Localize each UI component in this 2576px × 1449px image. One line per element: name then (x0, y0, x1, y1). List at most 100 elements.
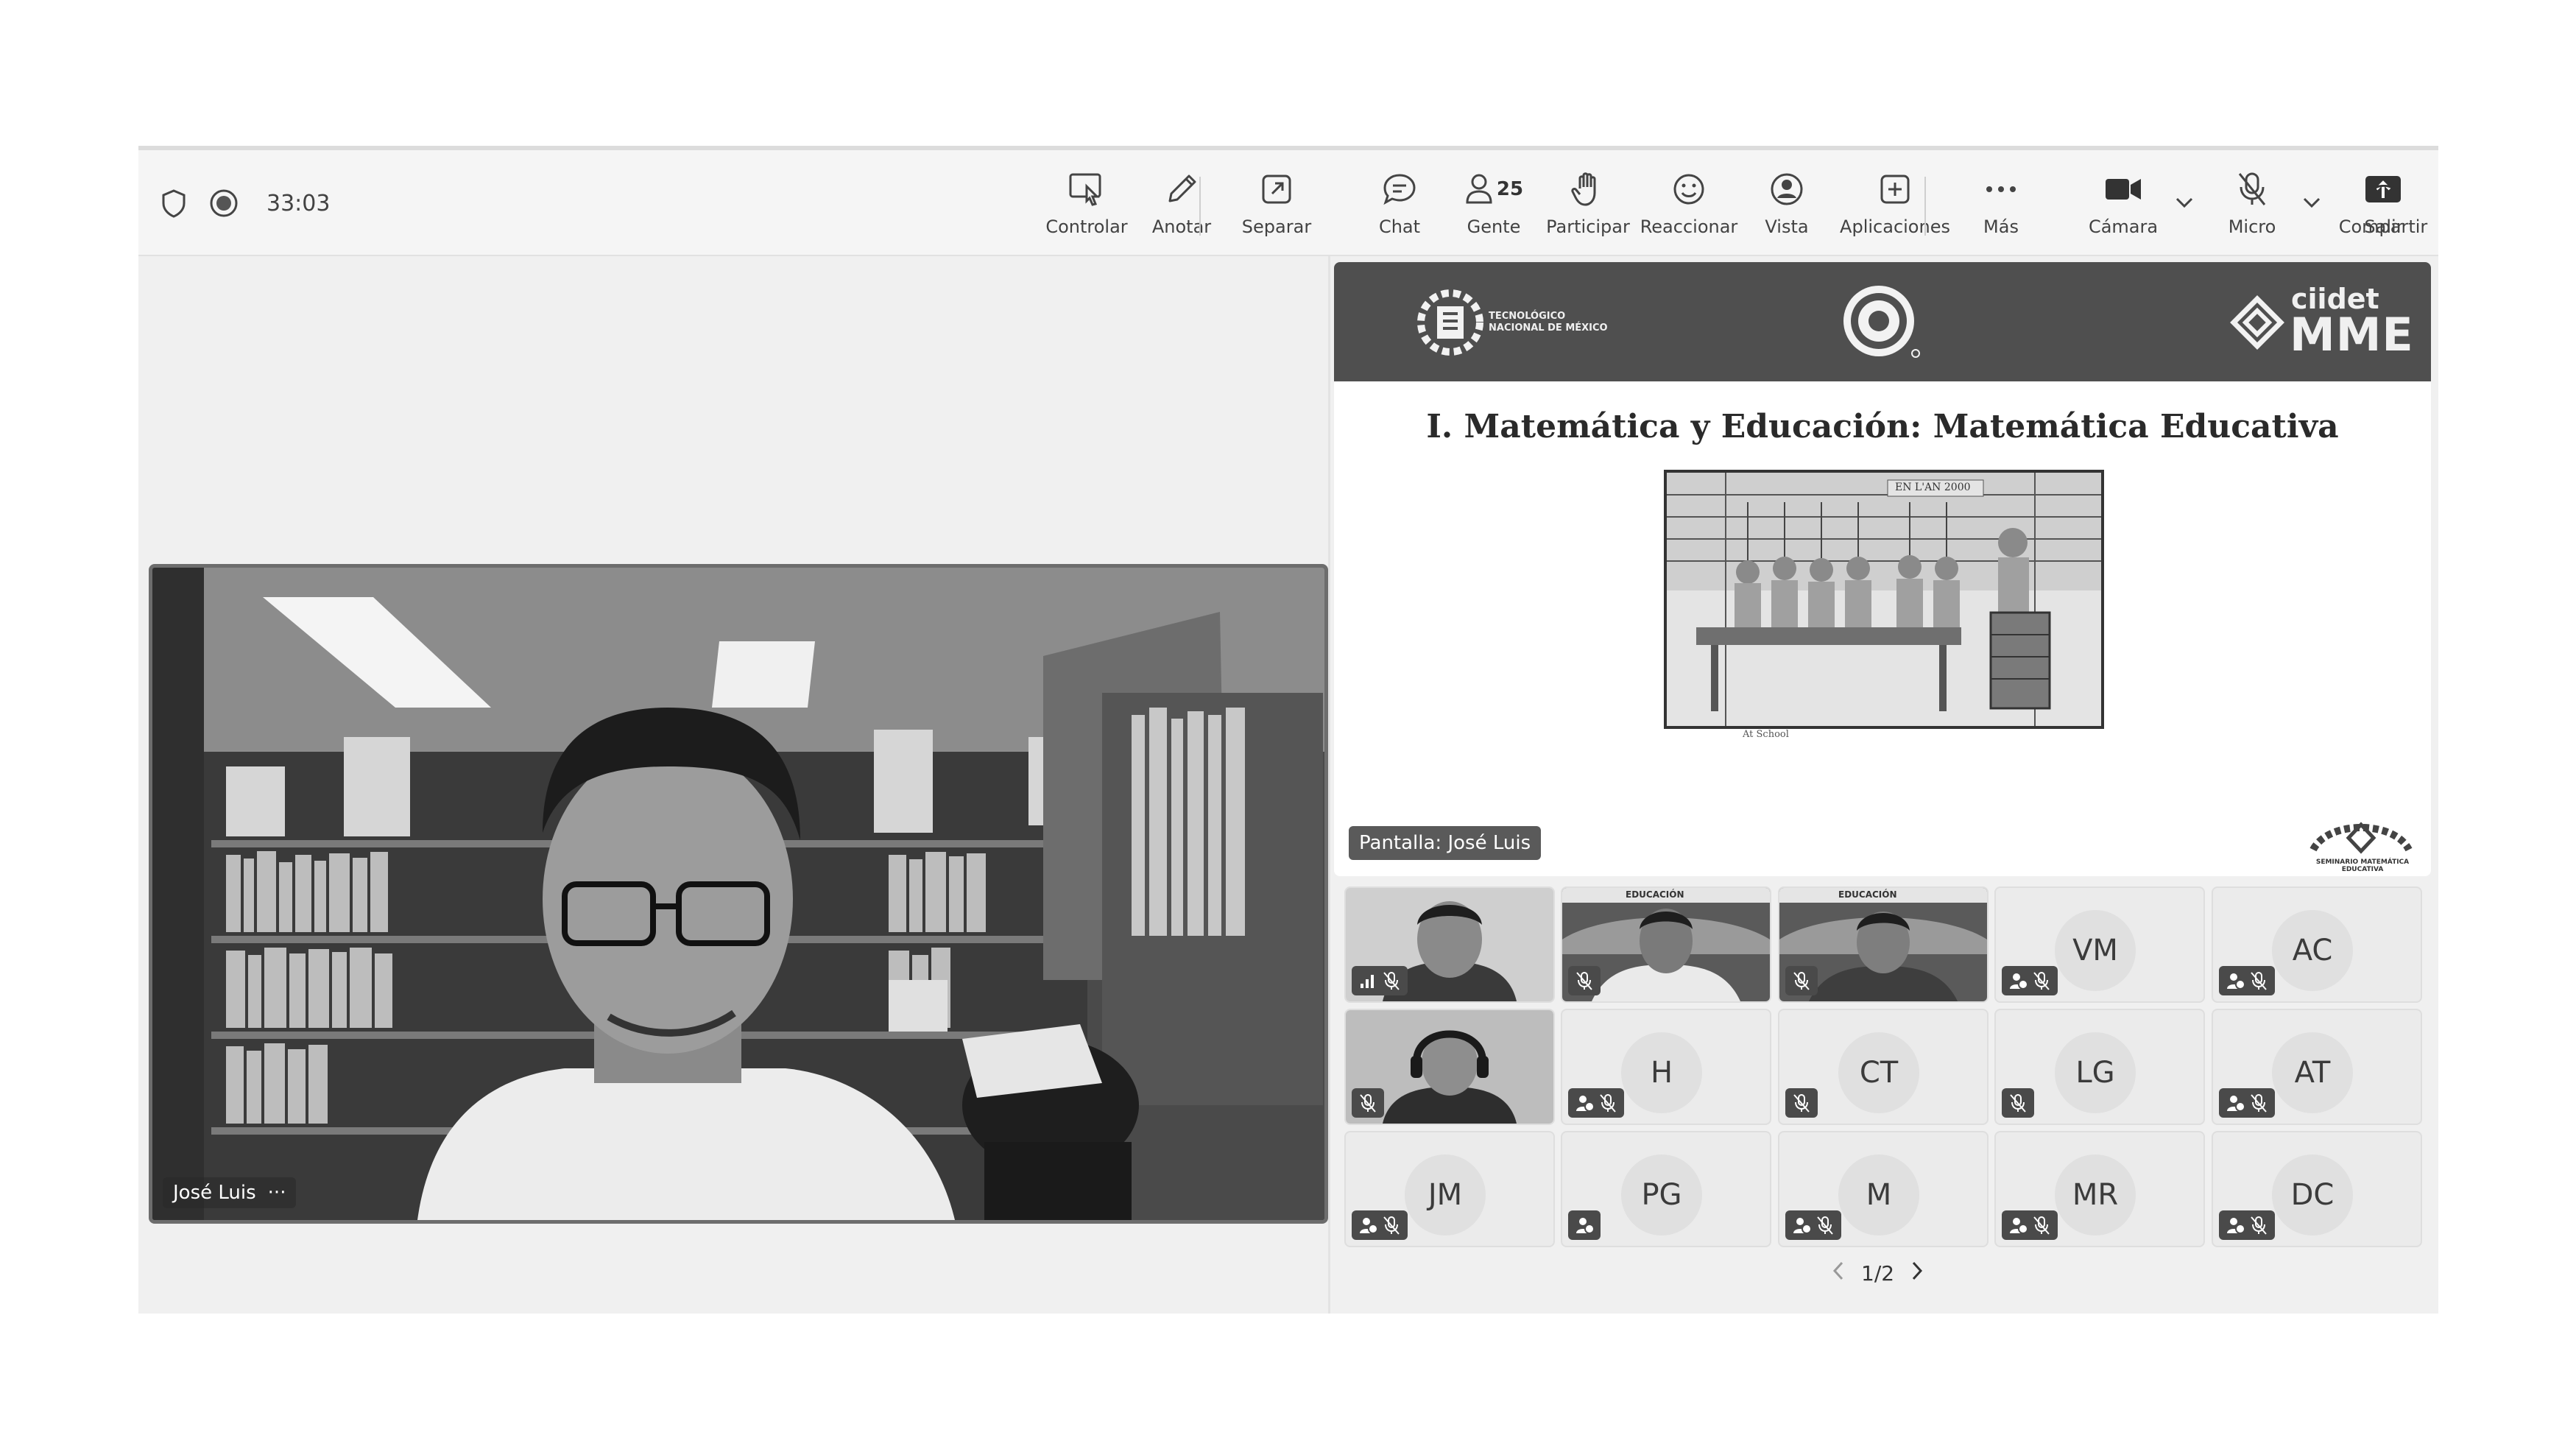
camara-label: Cámara (2088, 216, 2159, 237)
meeting-info: 33:03 (160, 181, 330, 225)
separar-label: Separar (1241, 216, 1312, 237)
guest-icon (1793, 1218, 1812, 1234)
participant-tile[interactable]: AC (2212, 886, 2422, 1003)
mic-muted-icon (1383, 972, 1400, 990)
participant-avatar: JM (1405, 1154, 1486, 1235)
participant-status-badges (1568, 1210, 1601, 1240)
guest-icon (2010, 1218, 2028, 1234)
participant-avatar: DC (2272, 1154, 2353, 1235)
gente-button[interactable]: 25 Gente (1442, 169, 1545, 243)
signal-bars-icon (1361, 975, 1374, 988)
engraving-sign: EN L'AN 2000 (1895, 482, 1971, 493)
camera-icon (2104, 169, 2142, 209)
aplicaciones-button[interactable]: Aplicaciones (1840, 169, 1950, 243)
guest-icon (1576, 1218, 1595, 1234)
guest-icon (1360, 1218, 1378, 1234)
mic-muted-icon (1383, 1216, 1400, 1235)
more-dots-icon (1985, 169, 2017, 209)
participant-avatar: H (1621, 1032, 1702, 1113)
participant-tile[interactable]: DC (2212, 1131, 2422, 1247)
main-speaker-video[interactable]: José Luis ··· (149, 564, 1328, 1224)
participant-tile[interactable]: M (1778, 1131, 1989, 1247)
mic-options-chevron-icon[interactable] (2302, 196, 2321, 212)
chevron-left-icon[interactable] (1832, 1261, 1845, 1286)
mas-button[interactable]: Más (1949, 169, 2053, 243)
participant-avatar: PG (1621, 1154, 1702, 1235)
participant-tile[interactable]: JM (1344, 1131, 1555, 1247)
participant-tile[interactable]: VM (1994, 886, 2205, 1003)
participant-avatar: VM (2055, 910, 2136, 991)
participant-tile[interactable]: CT (1778, 1009, 1989, 1125)
mic-muted-icon (1600, 1094, 1616, 1113)
people-icon: 25 (1464, 169, 1523, 209)
participant-video-tile[interactable] (1344, 886, 1555, 1003)
participant-video-tile[interactable]: EDUCACIÓN (1561, 886, 1771, 1003)
salir-button[interactable]: Salir (2332, 169, 2435, 243)
participant-tile[interactable]: AT (2212, 1009, 2422, 1125)
participant-status-badges (1352, 966, 1408, 995)
participant-tile[interactable]: LG (1994, 1009, 2205, 1125)
participant-tile[interactable]: PG (1561, 1131, 1771, 1247)
participant-name: José Luis (173, 1182, 256, 1204)
seal-logo-icon (1843, 286, 1920, 358)
participant-more-options[interactable]: ··· (268, 1182, 286, 1204)
anotar-button[interactable]: Anotar (1130, 169, 1233, 243)
gente-label: Gente (1467, 216, 1521, 237)
control-pointer-icon (1068, 169, 1106, 209)
participant-status-badges (1568, 966, 1601, 995)
add-app-icon (1878, 169, 1912, 209)
shared-screen: TECNOLÓGICO NACIONAL DE MÉXICO ciidet MM… (1334, 262, 2431, 876)
hang-up-icon (2365, 169, 2403, 209)
chat-label: Chat (1378, 216, 1421, 237)
controlar-label: Controlar (1045, 216, 1128, 237)
pop-out-icon (1259, 169, 1294, 209)
participant-avatar: AC (2272, 910, 2353, 991)
mic-muted-icon (2251, 972, 2267, 990)
engraving-drawing (1667, 473, 2101, 726)
main-stage: José Luis ··· (138, 256, 1328, 1314)
mic-muted-icon (2033, 1216, 2050, 1235)
controlar-button[interactable]: Controlar (1035, 169, 1138, 243)
guest-icon (1576, 1096, 1595, 1112)
participant-video-tile[interactable]: EDUCACIÓN (1778, 886, 1989, 1003)
participant-status-badges (2002, 1088, 2034, 1118)
page-indicator: 1/2 (1861, 1261, 1895, 1286)
participant-status-badges (1785, 1088, 1818, 1118)
micro-button[interactable]: Micro (2201, 169, 2304, 243)
mic-muted-icon (1817, 1216, 1833, 1235)
teams-meeting-window: 33:03 Controlar Anotar Separar Chat 25 G… (138, 146, 2438, 1314)
camera-options-chevron-icon[interactable] (2175, 196, 2194, 212)
guest-icon (2227, 973, 2245, 990)
participant-status-badges (2219, 1210, 2275, 1240)
chevron-right-icon[interactable] (1910, 1261, 1924, 1286)
participant-tile[interactable]: H (1561, 1009, 1771, 1125)
seminario-logo-icon (2309, 822, 2413, 854)
toolbar-divider (1199, 177, 1201, 236)
mic-muted-icon (1360, 1094, 1376, 1113)
tecnm-name: TECNOLÓGICO NACIONAL DE MÉXICO (1489, 311, 1608, 334)
camara-button[interactable]: Cámara (2072, 169, 2175, 243)
separar-button[interactable]: Separar (1225, 169, 1328, 243)
smiley-icon (1671, 169, 1707, 209)
participant-avatar: AT (2272, 1032, 2353, 1113)
vista-label: Vista (1765, 216, 1809, 237)
recording-icon (209, 188, 239, 218)
mic-muted-icon (2251, 1216, 2267, 1235)
pen-icon (1164, 169, 1199, 209)
chat-button[interactable]: Chat (1348, 169, 1451, 243)
mic-muted-icon (2010, 1094, 2026, 1113)
participar-button[interactable]: Participar (1536, 169, 1640, 243)
participant-tile[interactable]: MR (1994, 1131, 2205, 1247)
seminario-label: SEMINARIO MATEMÁTICA EDUCATIVA (2315, 859, 2410, 873)
participant-status-badges (2219, 1088, 2275, 1118)
chat-icon (1381, 169, 1418, 209)
view-person-icon (1769, 169, 1804, 209)
participant-video-tile[interactable] (1344, 1009, 1555, 1125)
banner-text: EDUCACIÓN (1838, 889, 1897, 900)
meeting-toolbar: 33:03 Controlar Anotar Separar Chat 25 G… (138, 150, 2438, 256)
vista-button[interactable]: Vista (1735, 169, 1838, 243)
reaccionar-button[interactable]: Reaccionar (1637, 169, 1740, 243)
participar-label: Participar (1546, 216, 1630, 237)
slide-header: TECNOLÓGICO NACIONAL DE MÉXICO ciidet MM… (1334, 262, 2431, 381)
micro-label: Micro (2228, 216, 2276, 237)
